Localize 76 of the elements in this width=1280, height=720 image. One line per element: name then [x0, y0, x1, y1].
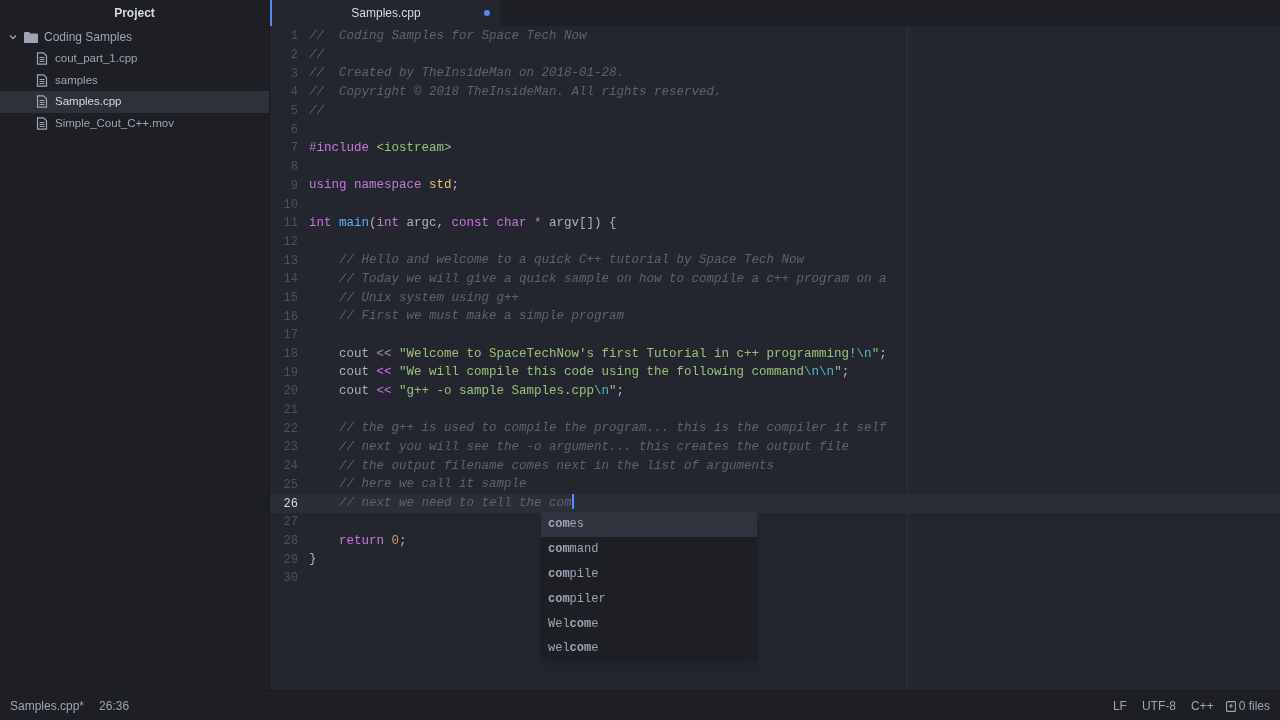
suggestion-item[interactable]: comes: [541, 512, 757, 537]
file-icon: [36, 116, 48, 130]
status-text: 0 files: [1238, 697, 1270, 715]
code-comment: // Unix system using g++: [338, 289, 520, 307]
code-token: cout: [338, 383, 370, 401]
file-icon: [36, 95, 48, 109]
clipboard-icon: [1225, 699, 1236, 712]
code-comment: // here we call it sample: [338, 476, 527, 494]
code-comment: // Today we will give a quick sample on how to compile a c++ program on a: [338, 270, 887, 288]
code-token: const char *: [451, 214, 542, 232]
code-token: std: [429, 177, 452, 195]
suggestion-item[interactable]: compile: [541, 561, 757, 587]
code-comment: // First we must make a simple program: [338, 308, 625, 326]
suggestion-item[interactable]: command: [541, 536, 757, 562]
file-item[interactable]: Simple_Cout_C++.mov: [0, 112, 269, 134]
status-text: Samples.cpp*: [10, 697, 85, 715]
file-item[interactable]: cout_part_1.cpp: [0, 48, 269, 70]
status-text[interactable]: UTF-8: [1141, 696, 1176, 715]
code-token: ;: [451, 177, 460, 195]
code-token: argc,: [405, 214, 446, 232]
folder-item[interactable]: Coding Samples: [0, 26, 269, 48]
text-cursor: [571, 494, 574, 510]
files-button[interactable]: 0 files: [1225, 696, 1270, 715]
code-token: \n: [594, 383, 610, 401]
code-token: ": [871, 345, 880, 363]
code-comment: // the output filename comes next in the list of arguments: [338, 457, 775, 475]
code-token: \n\n: [804, 364, 835, 382]
status-text[interactable]: C++: [1190, 696, 1214, 715]
code-token: argv[]) {: [548, 214, 617, 232]
code-token: <<: [376, 383, 393, 401]
suggestion-item[interactable]: compiler: [541, 586, 757, 612]
suggestion-item[interactable]: welcome: [541, 636, 757, 661]
code-token: 0: [391, 532, 400, 550]
code-token: int: [309, 214, 333, 232]
code-token: int: [376, 214, 400, 232]
code-token: "Welcome to SpaceTechNow's first Tutorial in c++ programming!: [399, 345, 857, 363]
code-comment: // Copyright © 2018 TheInsideMan. All rights reserved.: [309, 84, 722, 102]
code-token: using namespace: [309, 177, 423, 195]
folder-icon: [24, 31, 38, 43]
code-token: "We will compile this code using the following command: [399, 364, 805, 382]
code-comment: // Created by TheInsideMan on 2018-01-28.: [309, 65, 625, 83]
panel-title: Project: [113, 5, 156, 22]
code-token: main: [339, 214, 370, 232]
code-token: ": [834, 364, 842, 382]
code-token: ;: [879, 345, 887, 363]
code-token: }: [309, 551, 317, 569]
code-comment: // Coding Samples for Space Tech Now: [309, 27, 587, 45]
code-token: cout: [338, 364, 370, 382]
code-token: (: [369, 214, 377, 232]
code-token: ;: [616, 383, 625, 401]
code-token: \n: [856, 345, 872, 363]
code-comment: // the g++ is used to compile the program... this is the compiler it self: [338, 420, 887, 438]
file-item[interactable]: samples: [0, 69, 269, 91]
code-comment: // Hello and welcome to a quick C++ tutorial by Space Tech Now: [338, 252, 805, 270]
code-token: <<: [376, 364, 393, 382]
status-text[interactable]: LF: [1112, 696, 1127, 715]
file-item[interactable]: Samples.cpp: [0, 91, 269, 113]
code-comment: // next we need to tell the com: [338, 495, 572, 513]
code-comment: //: [309, 46, 324, 64]
code-comment: //: [309, 102, 324, 120]
editor-tab[interactable]: Samples.cpp: [270, 0, 500, 26]
line-number: 26: [282, 495, 298, 513]
code-token: ;: [399, 532, 407, 550]
file-icon: [36, 73, 48, 87]
code-token: #include: [309, 140, 370, 158]
code-token: "g++ -o sample Samples.cpp: [399, 383, 595, 401]
file-icon: [36, 52, 48, 66]
suggestion-item[interactable]: Welcome: [541, 611, 757, 636]
code-comment: // next you will see the -o argument... this creates the output file: [338, 439, 850, 457]
code-token: cout: [338, 345, 370, 363]
code-token: ": [609, 383, 617, 401]
code-token: ;: [841, 364, 850, 382]
status-text: 26:36: [99, 697, 130, 715]
code-token: <<: [376, 345, 393, 363]
code-token: return: [338, 532, 385, 550]
code-token: <iostream>: [376, 140, 452, 158]
